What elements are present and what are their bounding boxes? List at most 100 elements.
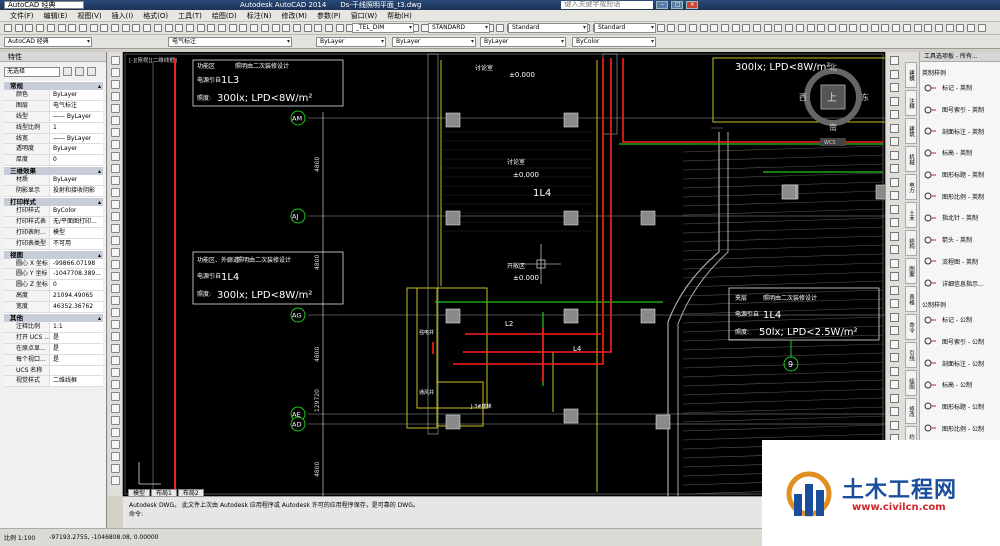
- draw-tool-icon[interactable]: [111, 332, 120, 341]
- palette-item[interactable]: 图号索引 - 英制: [920, 99, 1000, 121]
- prop-value[interactable]: 投射和接收阴影: [50, 186, 95, 196]
- select-objects-button[interactable]: [75, 67, 84, 76]
- toolbar-icon[interactable]: [78, 24, 87, 32]
- toolbar-icon[interactable]: [335, 24, 344, 32]
- prop-row[interactable]: 高度 21094.49065: [4, 291, 103, 303]
- draw-tool-icon[interactable]: [111, 80, 120, 89]
- draw-tool-icon[interactable]: [111, 104, 120, 113]
- prop-section[interactable]: 常规: [4, 81, 103, 91]
- toolbar-icon[interactable]: [271, 24, 280, 32]
- draw-tool-icon[interactable]: [111, 368, 120, 377]
- palette-item[interactable]: 标记 - 英制: [920, 77, 1000, 99]
- toolbar-icon[interactable]: [496, 24, 505, 32]
- toolbar-icon[interactable]: [870, 24, 879, 32]
- draw-tool-icon[interactable]: [111, 464, 120, 473]
- prop-value[interactable]: ByColor: [50, 206, 76, 216]
- toggle-pickadd-button[interactable]: [63, 67, 72, 76]
- prop-value[interactable]: 1: [50, 123, 57, 133]
- prop-row[interactable]: 线宽 —— ByLayer: [4, 133, 103, 145]
- palette-item[interactable]: 标记 - 公制: [920, 309, 1000, 331]
- palette-item[interactable]: 剖面标注 - 公制: [920, 352, 1000, 374]
- mleader-combo[interactable]: Standard: [594, 23, 656, 33]
- toolbar-icon[interactable]: [934, 24, 943, 32]
- prop-section[interactable]: 三维效果: [4, 166, 103, 176]
- draw-tool-icon[interactable]: [111, 92, 120, 101]
- palette-item[interactable]: 标高 - 英制: [920, 142, 1000, 164]
- toolbar-icon[interactable]: [111, 24, 119, 32]
- prop-value[interactable]: 二维线框: [50, 376, 77, 386]
- modify-tool-icon[interactable]: [890, 123, 899, 133]
- maximize-button[interactable]: □: [671, 1, 684, 9]
- linetype-combo[interactable]: ByLayer: [392, 37, 476, 47]
- toolbar-icon[interactable]: [228, 24, 237, 32]
- toolbar-icon[interactable]: [731, 24, 740, 32]
- toolbar-icon[interactable]: [46, 24, 55, 32]
- prop-row[interactable]: 打印表附... 模型: [4, 227, 103, 239]
- modify-tool-icon[interactable]: [890, 191, 899, 200]
- toolbar-icon[interactable]: [806, 24, 815, 32]
- draw-tool-icon[interactable]: [111, 344, 120, 353]
- draw-tool-icon[interactable]: [111, 56, 120, 65]
- toolbar-icon[interactable]: [4, 24, 12, 32]
- draw-tool-icon[interactable]: [111, 260, 120, 269]
- palette-item[interactable]: 图号索引 - 公制: [920, 331, 1000, 353]
- menu-item[interactable]: 参数(P): [317, 11, 341, 21]
- toolbar-icon[interactable]: [678, 24, 687, 32]
- toolbar-icon[interactable]: [100, 24, 109, 32]
- toolbar-icon[interactable]: [153, 24, 162, 32]
- prop-value[interactable]: -1047708.389...: [50, 269, 101, 279]
- toolbar-icon[interactable]: [688, 24, 697, 32]
- toolbar-icon[interactable]: [132, 24, 141, 32]
- selection-dropdown[interactable]: 无选择: [4, 66, 60, 77]
- toolbar-icon[interactable]: [57, 24, 66, 32]
- prop-value[interactable]: ByLayer: [50, 144, 77, 154]
- prop-value[interactable]: ByLayer: [50, 175, 77, 185]
- palette-item[interactable]: 指北针 - 英制: [920, 207, 1000, 229]
- draw-tool-icon[interactable]: [111, 68, 120, 77]
- palette-item[interactable]: 剖面标注 - 英制: [920, 120, 1000, 142]
- toolbar-icon[interactable]: [774, 24, 783, 32]
- tablestyle-combo[interactable]: Standard: [508, 23, 588, 33]
- palette-item[interactable]: 图形比例 - 英制: [920, 185, 1000, 207]
- prop-row[interactable]: 每个视口... 是: [4, 354, 103, 366]
- palette-tab[interactable]: 引线: [905, 342, 917, 368]
- palette-item[interactable]: 详细信息指示...: [920, 272, 1000, 294]
- modify-tool-icon[interactable]: [890, 56, 899, 65]
- menu-item[interactable]: 视图(V): [77, 11, 101, 21]
- palette-tab[interactable]: 结构: [905, 230, 917, 256]
- draw-tool-icon[interactable]: [111, 200, 120, 209]
- prop-value[interactable]: 电气标注: [50, 101, 77, 111]
- prop-value[interactable]: 无/平面图打印...: [50, 217, 97, 227]
- prop-section[interactable]: 打印样式: [4, 197, 103, 207]
- toolbar-icon[interactable]: [902, 24, 911, 32]
- toolbar-icon[interactable]: [860, 24, 868, 32]
- modify-tool-icon[interactable]: [890, 326, 899, 335]
- toolbar-icon[interactable]: [667, 24, 676, 32]
- modify-tool-icon[interactable]: [890, 110, 899, 119]
- toolbar-icon[interactable]: [25, 24, 34, 32]
- toolbar-icon[interactable]: [849, 24, 858, 32]
- prop-row[interactable]: 在原点显... 是: [4, 343, 103, 355]
- draw-tool-icon[interactable]: [111, 356, 120, 365]
- draw-tool-icon[interactable]: [111, 188, 120, 197]
- prop-section[interactable]: 视图: [4, 249, 103, 260]
- draw-tool-icon[interactable]: [111, 392, 120, 401]
- prop-row[interactable]: 视觉样式 二维线框: [4, 376, 103, 388]
- toolbar-icon[interactable]: [710, 24, 719, 32]
- palette-tab[interactable]: 电力: [905, 174, 917, 200]
- toolbar-icon[interactable]: [977, 24, 986, 32]
- draw-tool-icon[interactable]: [111, 416, 120, 425]
- toolbar-icon[interactable]: [924, 24, 933, 32]
- plotstyle-combo[interactable]: ByColor: [572, 37, 656, 47]
- prop-value[interactable]: 1:1: [50, 322, 63, 332]
- draw-tool-icon[interactable]: [111, 296, 120, 305]
- draw-tool-icon[interactable]: [111, 404, 120, 413]
- prop-value[interactable]: 是: [50, 333, 59, 343]
- modify-tool-icon[interactable]: [890, 204, 899, 214]
- toolbar-icon[interactable]: [250, 24, 259, 32]
- prop-row[interactable]: 打印表类型 不可用: [4, 238, 103, 250]
- menu-item[interactable]: 窗口(W): [351, 11, 377, 21]
- modify-tool-icon[interactable]: [890, 164, 899, 173]
- draw-tool-icon[interactable]: [111, 248, 120, 257]
- prop-row[interactable]: 圆心 Y 坐标 -1047708.389...: [4, 269, 103, 281]
